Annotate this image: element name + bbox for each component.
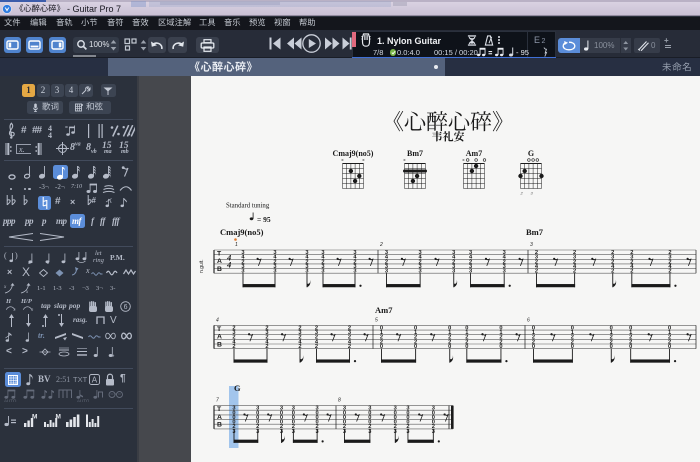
svg-text:M: M (32, 414, 37, 421)
svg-text:AUTO: AUTO (4, 399, 17, 403)
svg-text:×: × (341, 158, 344, 163)
svg-text:6: 6 (527, 317, 530, 323)
svg-text:B: B (217, 422, 222, 429)
svg-text:5: 5 (375, 317, 378, 323)
svg-text:G: G (234, 383, 241, 393)
svg-text:Am7: Am7 (466, 149, 482, 158)
svg-text:A: A (217, 334, 222, 341)
svg-text:4: 4 (226, 260, 231, 270)
svg-text:B: B (217, 266, 222, 273)
svg-text:Cmaj9(no5): Cmaj9(no5) (220, 227, 264, 237)
svg-text:Cmaj9(no5): Cmaj9(no5) (333, 149, 374, 158)
svg-text:Bm7: Bm7 (407, 149, 423, 158)
svg-text:Am7: Am7 (375, 305, 393, 315)
svg-text:x: x (4, 285, 7, 290)
svg-text:A: A (92, 376, 98, 385)
svg-text:3: 3 (13, 307, 16, 312)
svg-text:x: x (25, 290, 29, 294)
svg-text:x.: x. (18, 145, 25, 154)
svg-text:3: 3 (31, 307, 34, 312)
svg-text:8: 8 (338, 398, 341, 404)
svg-text:T: T (217, 406, 222, 413)
svg-text:T: T (217, 326, 222, 333)
svg-text:A: A (217, 258, 222, 265)
svg-text:6: 6 (124, 304, 128, 311)
svg-text:A: A (217, 414, 222, 421)
svg-text:G: G (528, 149, 534, 158)
svg-text:= 95: = 95 (257, 215, 271, 224)
svg-text:7: 7 (216, 398, 219, 404)
svg-text:×: × (362, 158, 365, 163)
svg-text:×: × (403, 158, 406, 163)
svg-text:B: B (217, 341, 222, 348)
svg-text:=: = (65, 125, 68, 131)
svg-text:Standard tuning: Standard tuning (226, 203, 270, 210)
svg-text:4: 4 (216, 317, 219, 323)
svg-text:Bm7: Bm7 (526, 227, 544, 237)
svg-text:n.guit.: n.guit. (199, 259, 205, 273)
svg-text:1: 1 (235, 242, 238, 248)
svg-text:×: × (462, 158, 465, 163)
svg-text:M: M (56, 414, 61, 421)
svg-text:T: T (217, 251, 222, 258)
svg-text:*: * (112, 355, 115, 358)
svg-text:AUTO: AUTO (77, 399, 89, 403)
svg-text:3: 3 (530, 242, 533, 248)
svg-text:2: 2 (379, 242, 383, 248)
svg-text:2 3: 2 3 (520, 191, 534, 196)
